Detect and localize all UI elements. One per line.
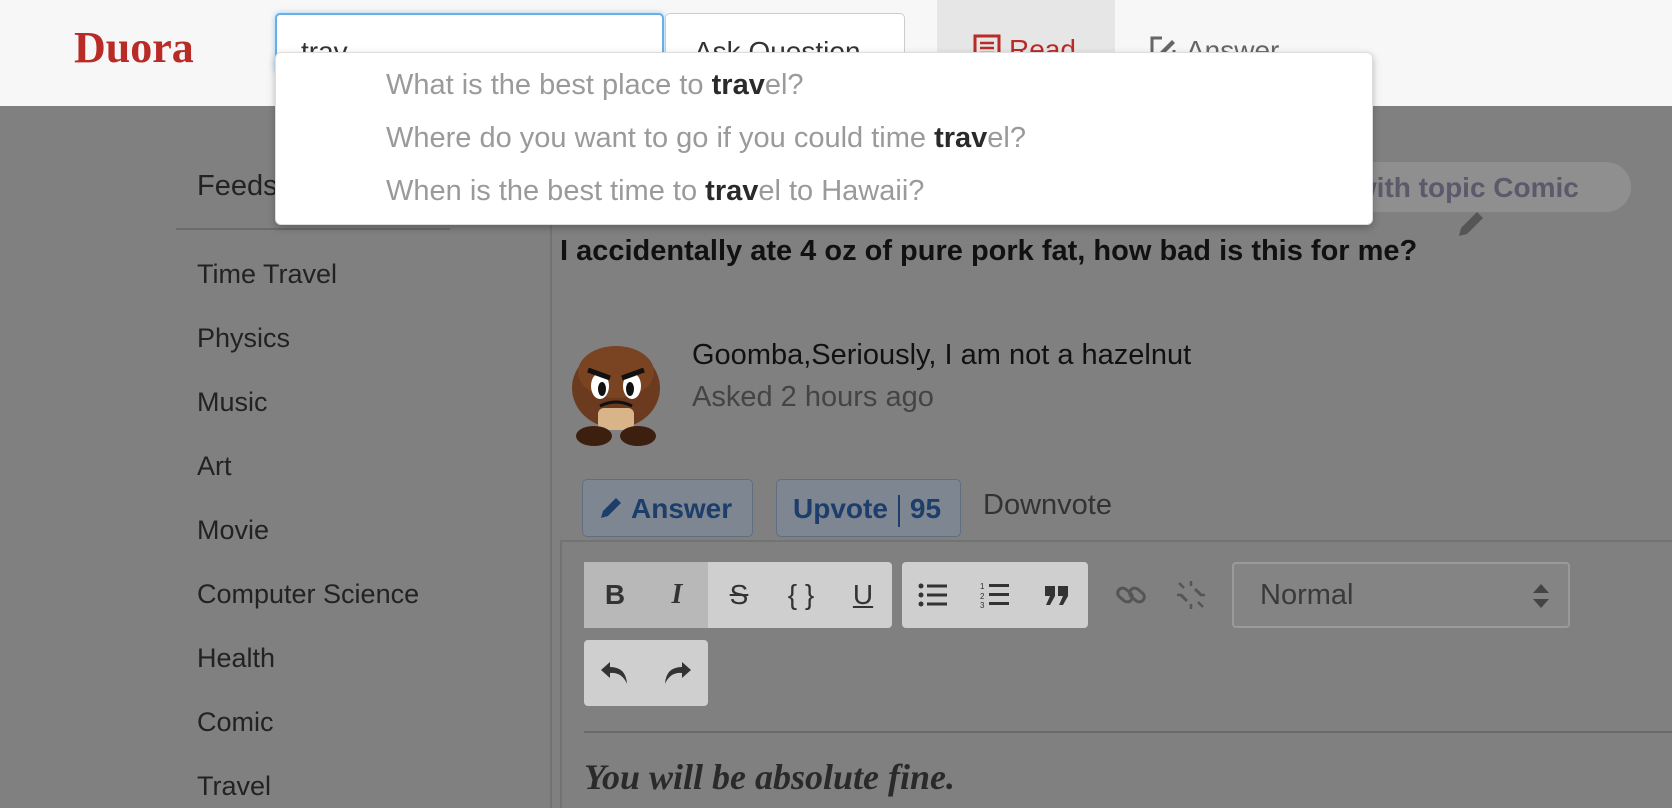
strikethrough-icon[interactable]: S [708, 562, 770, 628]
sidebar-item-time-travel[interactable]: Time Travel [197, 259, 337, 290]
link-icon[interactable] [1106, 562, 1156, 628]
suggestion-match: trav [711, 69, 765, 101]
suggestion-text: el? [987, 122, 1026, 154]
toolbar-group-lists: 123 [902, 562, 1088, 628]
suggestion-text: When is the best time to [386, 175, 706, 207]
sidebar-item-health[interactable]: Health [197, 643, 275, 674]
pencil-icon[interactable] [1455, 208, 1487, 245]
asked-time: Asked 2 hours ago [692, 381, 934, 413]
editor-content[interactable]: You will be absolute fine. [584, 756, 955, 798]
pencil-icon [599, 494, 625, 527]
suggestion-text: el? [764, 69, 804, 101]
format-select-value: Normal [1260, 579, 1354, 611]
sidebar-item-movie[interactable]: Movie [197, 515, 269, 546]
select-arrows-icon [1532, 582, 1550, 618]
redo-icon[interactable] [646, 640, 708, 706]
bold-icon[interactable]: B [584, 562, 646, 628]
svg-text:2: 2 [980, 592, 985, 601]
svg-text:1: 1 [980, 582, 985, 591]
code-icon[interactable]: { } [770, 562, 832, 628]
avatar [566, 336, 666, 453]
unlink-icon[interactable] [1166, 562, 1216, 628]
sidebar-item-physics[interactable]: Physics [197, 323, 290, 354]
upvote-separator [897, 494, 900, 527]
format-select[interactable]: Normal [1232, 562, 1570, 628]
italic-icon[interactable]: I [646, 562, 708, 628]
suggestion-match: trav [705, 175, 759, 207]
sidebar-title: Feeds [197, 170, 278, 202]
toolbar-group-history [584, 640, 708, 706]
upvote-count: 95 [909, 493, 942, 524]
sidebar-item-art[interactable]: Art [197, 451, 232, 482]
suggestion-item[interactable]: When is the best time to travel to Hawai… [386, 175, 924, 208]
question-title[interactable]: I accidentally ate 4 oz of pure pork fat… [560, 230, 1420, 272]
sidebar-item-travel[interactable]: Travel [197, 771, 271, 802]
search-suggestions-dropdown: What is the best place to travel? Where … [275, 52, 1373, 225]
upvote-button[interactable]: Upvote 95 [776, 479, 961, 537]
suggestion-item[interactable]: What is the best place to travel? [386, 69, 804, 102]
suggestion-item[interactable]: Where do you want to go if you could tim… [386, 122, 1026, 155]
toolbar-group-format: B I S { } U [584, 562, 892, 628]
suggestion-text: Where do you want to go if you could tim… [386, 122, 935, 154]
sidebar-item-computer-science[interactable]: Computer Science [197, 579, 419, 610]
sidebar-divider [176, 228, 450, 230]
sidebar-item-music[interactable]: Music [197, 387, 268, 418]
editor-divider [584, 731, 1672, 733]
svg-text:3: 3 [980, 601, 985, 609]
logo[interactable]: Duora [74, 22, 194, 73]
numbered-list-icon[interactable]: 123 [964, 562, 1026, 628]
downvote-button[interactable]: Downvote [983, 489, 1112, 522]
answer-button-label: Answer [631, 493, 733, 524]
suggestion-text: What is the best place to [386, 69, 712, 101]
author-name[interactable]: Goomba,Seriously, I am not a hazelnut [692, 339, 1191, 372]
underline-icon[interactable]: U [832, 562, 894, 628]
bullet-list-icon[interactable] [902, 562, 964, 628]
suggestion-text: el to Hawaii? [758, 175, 925, 207]
sidebar-item-comic[interactable]: Comic [197, 707, 274, 738]
quote-icon[interactable] [1026, 562, 1088, 628]
upvote-label: Upvote [793, 493, 888, 524]
answer-button[interactable]: Answer [582, 479, 753, 537]
undo-icon[interactable] [584, 640, 646, 706]
suggestion-match: trav [934, 122, 988, 154]
